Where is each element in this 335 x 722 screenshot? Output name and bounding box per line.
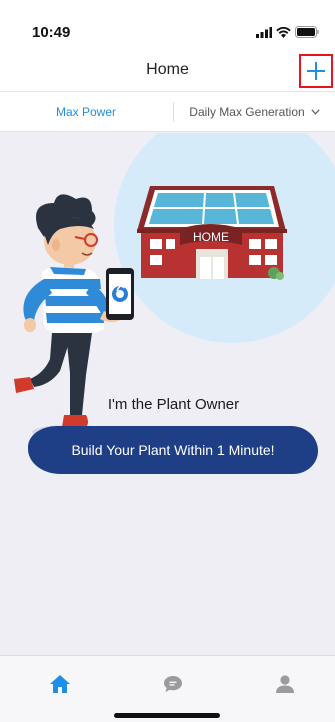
sort-tabs: Max Power Daily Max Generation xyxy=(0,92,335,132)
bottom-tab-bar xyxy=(0,655,335,722)
empty-state: HOME I'm the Plant Owner Build Your Plan… xyxy=(0,133,335,655)
tab-messages[interactable] xyxy=(159,670,187,698)
page-title: Home xyxy=(146,61,189,78)
plant-owner-illustration: HOME xyxy=(14,133,335,439)
build-plant-button[interactable]: Build Your Plant Within 1 Minute! xyxy=(28,426,318,474)
home-icon xyxy=(50,675,70,693)
tab-max-power[interactable]: Max Power xyxy=(0,105,172,119)
plus-icon xyxy=(307,62,325,80)
tab-daily-max-generation[interactable]: Daily Max Generation xyxy=(174,105,335,119)
chat-bubble-icon xyxy=(164,676,182,692)
user-icon xyxy=(276,675,294,693)
chevron-down-icon xyxy=(311,109,320,115)
tab-daily-max-generation-label: Daily Max Generation xyxy=(189,105,305,119)
status-time: 10:49 xyxy=(32,24,71,41)
add-plant-button[interactable] xyxy=(299,54,333,88)
owner-caption: I'm the Plant Owner xyxy=(107,396,240,413)
nav-bar: Home xyxy=(0,52,335,92)
house-sign-text: HOME xyxy=(193,230,229,244)
status-bar: 10:49 xyxy=(0,0,335,52)
wifi-icon xyxy=(276,26,291,38)
system-indicators xyxy=(256,26,319,38)
battery-icon xyxy=(295,26,319,38)
signal-icon xyxy=(256,26,272,38)
home-indicator xyxy=(114,713,220,718)
tab-home[interactable] xyxy=(46,670,74,698)
tab-profile[interactable] xyxy=(271,670,299,698)
